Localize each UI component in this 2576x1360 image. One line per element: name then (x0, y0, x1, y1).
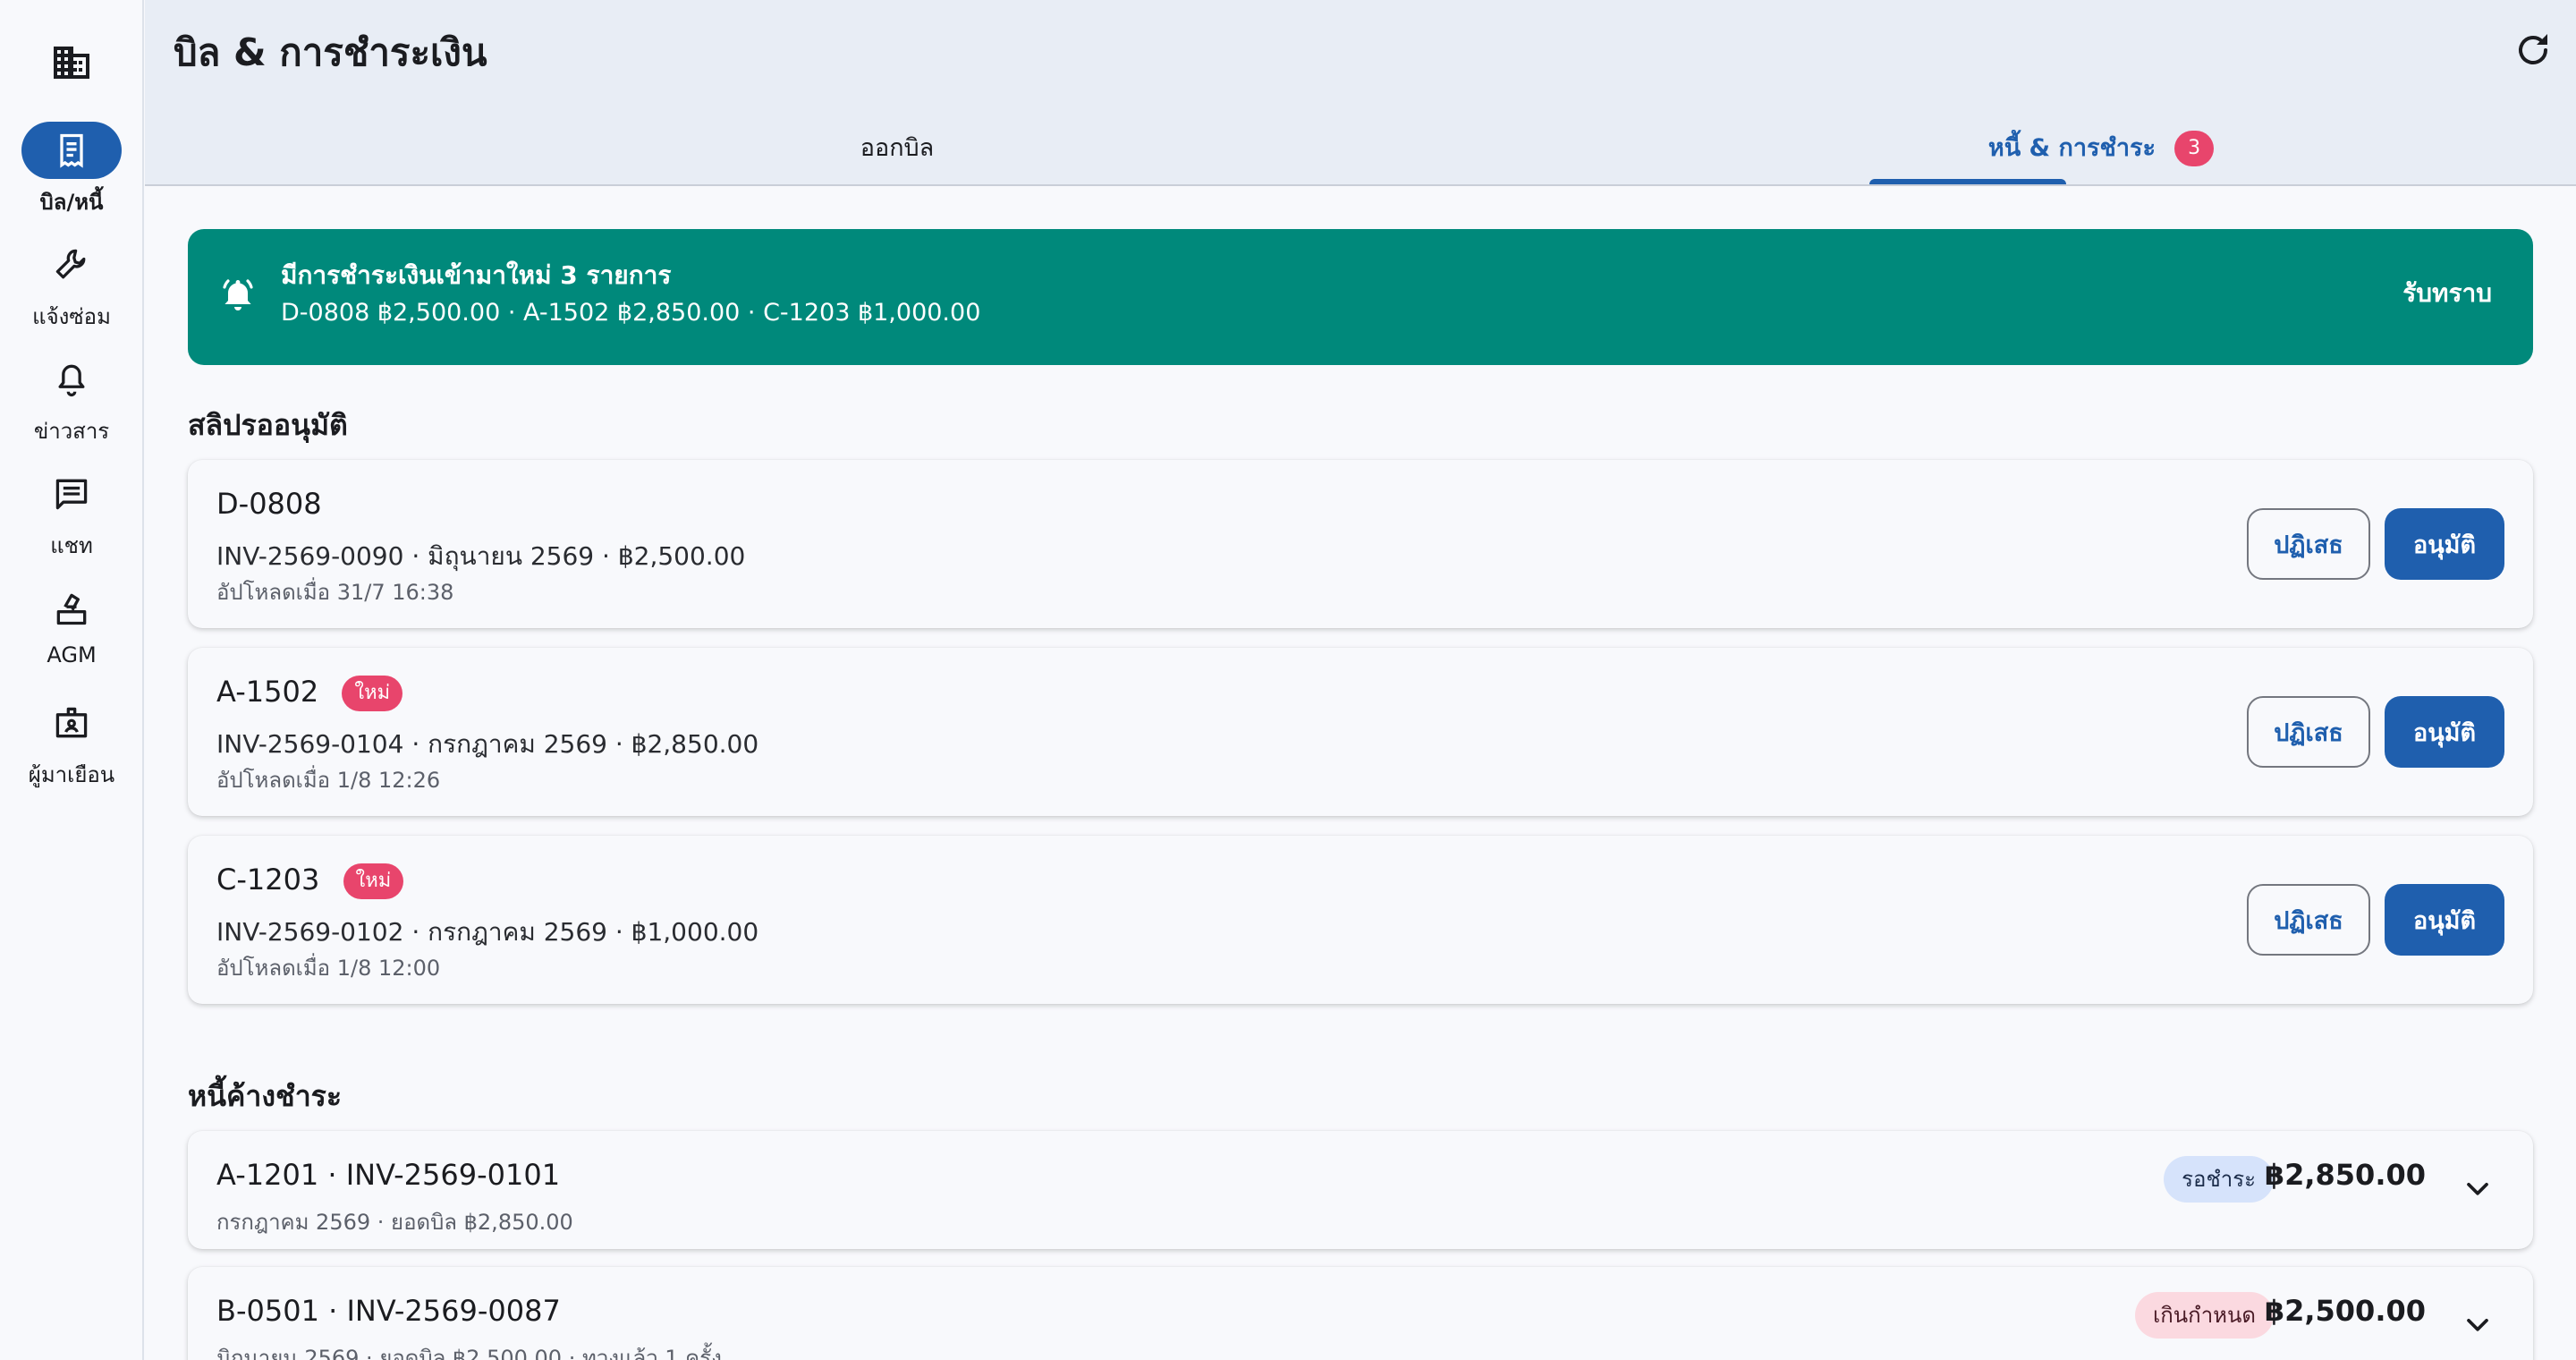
slip-invoice-info: INV-2569-0090 · มิถุนายน 2569 · ฿2,500.0… (216, 541, 746, 571)
slip-card: D-0808 INV-2569-0090 · มิถุนายน 2569 · ฿… (188, 460, 2533, 628)
nav-item-news[interactable]: ข่าวสาร (0, 351, 143, 448)
debt-card[interactable]: A-1201 · INV-2569-0101 กรกฎาคม 2569 · ยอ… (188, 1131, 2533, 1249)
nav-item-bills[interactable]: บิล/หนี้ (0, 122, 143, 219)
tab-label: หนี้ & การชำระ (1987, 134, 2156, 162)
tab-label: ออกบิล (860, 134, 935, 162)
slip-card: C-1203 ใหม่ INV-2569-0102 · กรกฎาคม 2569… (188, 836, 2533, 1004)
nav-item-chat[interactable]: แชท (0, 465, 143, 563)
slip-upload-time: อัปโหลดเมื่อ 1/8 12:26 (216, 768, 441, 793)
slip-upload-time: อัปโหลดเมื่อ 31/7 16:38 (216, 580, 454, 605)
slip-unit: A-1502 ใหม่ (216, 675, 403, 711)
vote-icon (56, 593, 87, 625)
nav-item-repairs[interactable]: แจ้งซ่อม (0, 236, 143, 334)
slip-unit-label: C-1203 (216, 863, 320, 897)
banner-title: มีการชำระเงินเข้ามาใหม่ 3 รายการ (281, 260, 672, 290)
new-badge: ใหม่ (343, 863, 404, 899)
reject-button[interactable]: ปฏิเสธ (2247, 508, 2370, 580)
slip-card: A-1502 ใหม่ INV-2569-0104 · กรกฎาคม 2569… (188, 648, 2533, 816)
slip-upload-time: อัปโหลดเมื่อ 1/8 12:00 (216, 956, 441, 981)
reject-button[interactable]: ปฏิเสธ (2247, 884, 2370, 956)
debt-title: A-1201 · INV-2569-0101 (216, 1158, 561, 1192)
nav-label: AGM (47, 642, 97, 667)
debt-card[interactable]: B-0501 · INV-2569-0087 มิถุนายน 2569 · ย… (188, 1267, 2533, 1360)
nav-label: แชท (50, 533, 93, 558)
page-title: บิล & การชำระเงิน (174, 30, 487, 74)
nav-label: ข่าวสาร (33, 419, 110, 444)
new-payments-banner: มีการชำระเงินเข้ามาใหม่ 3 รายการ D-0808 … (188, 229, 2533, 365)
slip-unit: D-0808 (216, 487, 322, 521)
new-badge: ใหม่ (342, 676, 403, 711)
building-logo-icon (54, 47, 89, 79)
approve-button[interactable]: อนุมัติ (2385, 508, 2504, 580)
receipt-icon (60, 133, 83, 168)
approve-button[interactable]: อนุมัติ (2385, 884, 2504, 956)
debt-amount: ฿2,850.00 (2264, 1158, 2426, 1192)
bell-icon (58, 364, 85, 397)
refresh-icon[interactable] (2512, 29, 2555, 72)
slip-unit: C-1203 ใหม่ (216, 863, 404, 899)
approve-button[interactable]: อนุมัติ (2385, 696, 2504, 768)
tab-count-badge: 3 (2174, 131, 2215, 166)
navigation-rail: บิล/หนี้ แจ้งซ่อม ข่าวสาร แชท AGM ผู้มาเ… (0, 0, 144, 1360)
tab-issue-bills[interactable]: ออกบิล (716, 111, 1079, 186)
nav-item-visitors[interactable]: ผู้มาเยือน (0, 694, 143, 792)
nav-label: ผู้มาเยือน (28, 762, 115, 787)
nav-label: แจ้งซ่อม (32, 304, 111, 329)
nav-item-agm[interactable]: AGM (0, 580, 143, 667)
slip-unit-label: A-1502 (216, 675, 319, 709)
chevron-down-icon[interactable] (2460, 1306, 2496, 1342)
chevron-down-icon[interactable] (2460, 1170, 2496, 1206)
tab-debts-payments[interactable]: หนี้ & การชำระ 3 (1869, 111, 2333, 186)
acknowledge-button[interactable]: รับทราบ (2402, 274, 2492, 313)
debt-title: B-0501 · INV-2569-0087 (216, 1294, 561, 1328)
debt-subtitle: กรกฎาคม 2569 · ยอดบิล ฿2,850.00 (216, 1210, 573, 1235)
slip-invoice-info: INV-2569-0102 · กรกฎาคม 2569 · ฿1,000.00 (216, 917, 759, 947)
visitor-badge-icon (55, 707, 88, 738)
active-tab-indicator (1869, 179, 2066, 184)
bell-ringing-icon (223, 279, 253, 310)
pending-slips-heading: สลิปรออนุมัติ (188, 408, 348, 442)
nav-label: บิล/หนี้ (39, 190, 104, 215)
debt-amount: ฿2,500.00 (2264, 1294, 2426, 1328)
status-badge: เกินกำหนด (2135, 1292, 2274, 1339)
slip-invoice-info: INV-2569-0104 · กรกฎาคม 2569 · ฿2,850.00 (216, 729, 759, 759)
chat-icon (55, 479, 88, 510)
slip-unit-label: D-0808 (216, 487, 322, 521)
outstanding-debts-heading: หนี้ค้างชำระ (188, 1079, 343, 1113)
status-badge: รอชำระ (2164, 1156, 2274, 1203)
debt-subtitle: มิถุนายน 2569 · ยอดบิล ฿2,500.00 · ทวงแล… (216, 1346, 722, 1360)
top-app-bar: บิล & การชำระเงิน ออกบิล หนี้ & การชำระ … (145, 0, 2576, 186)
wrench-icon (55, 249, 86, 279)
reject-button[interactable]: ปฏิเสธ (2247, 696, 2370, 768)
banner-detail: D-0808 ฿2,500.00 · A-1502 ฿2,850.00 · C-… (281, 299, 981, 327)
